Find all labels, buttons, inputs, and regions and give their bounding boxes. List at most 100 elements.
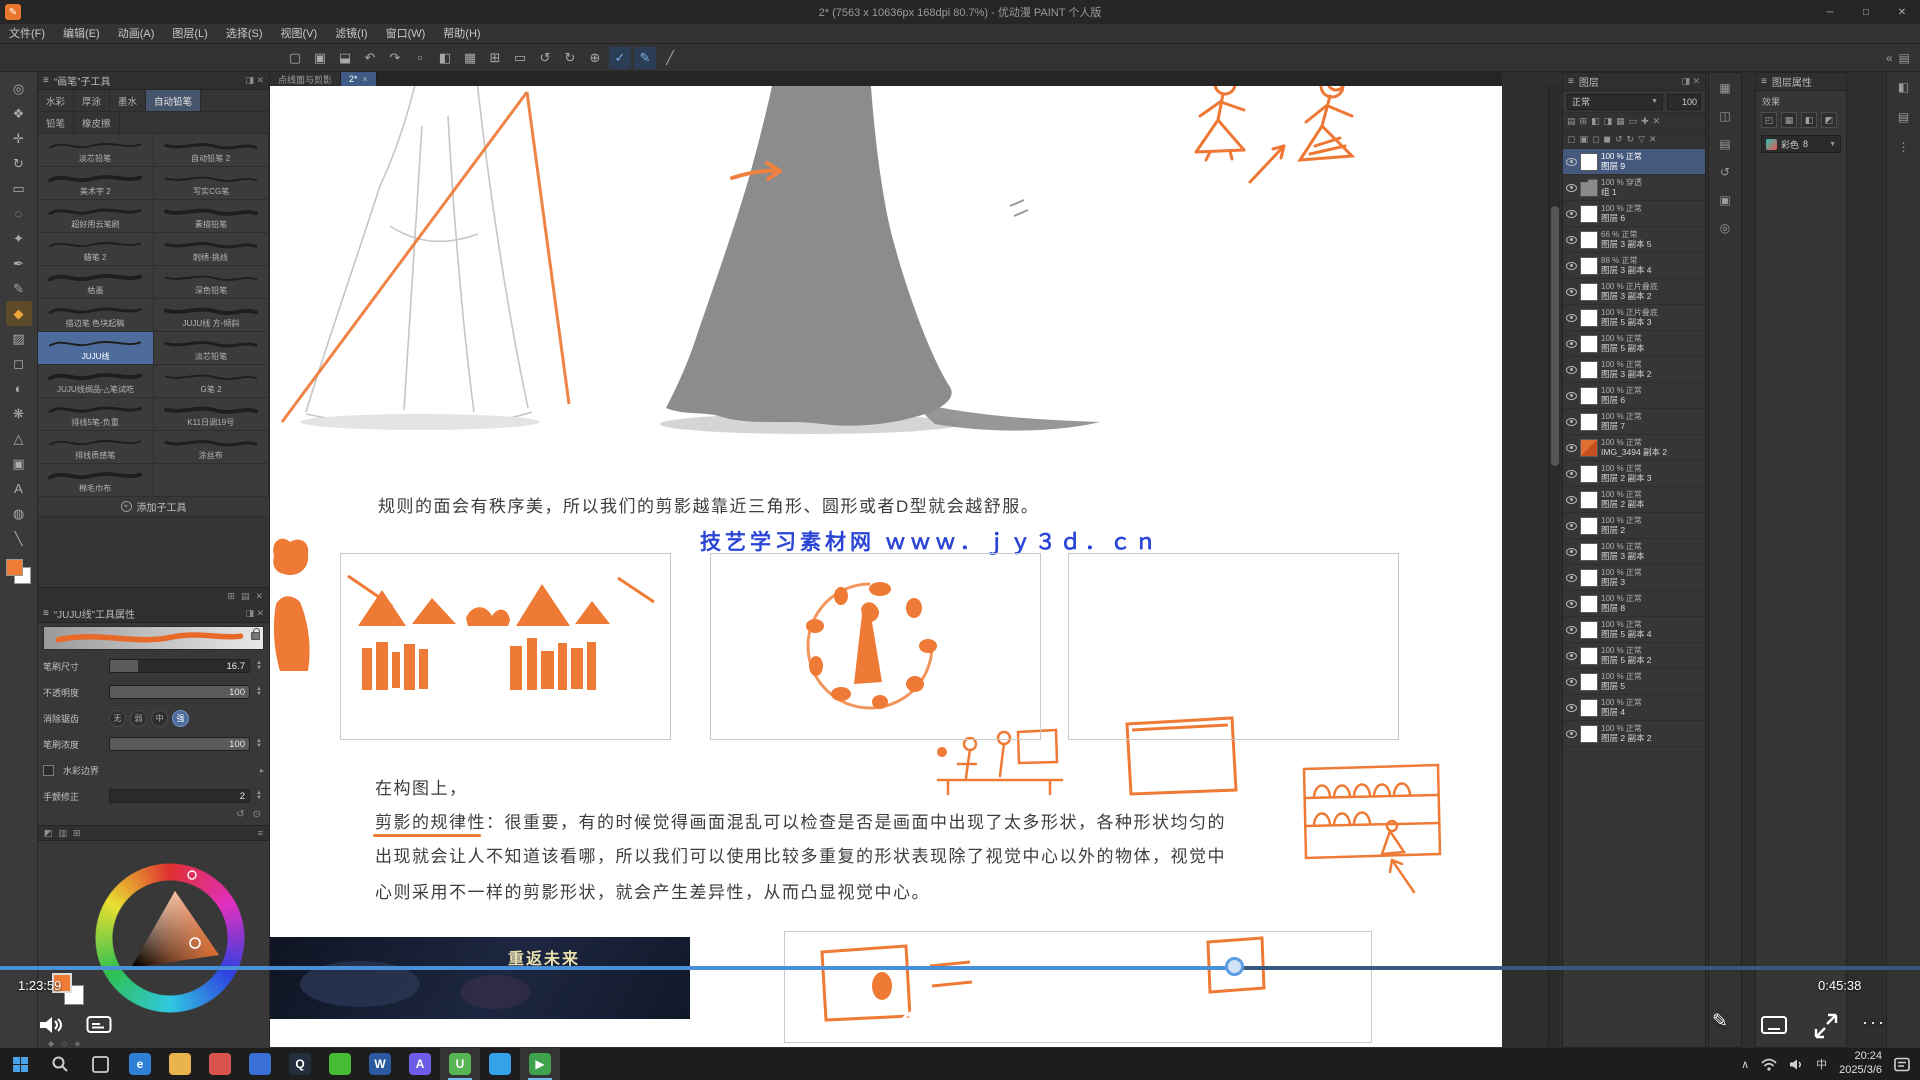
layer-row[interactable]: 100 % 正常图层 8	[1563, 591, 1705, 617]
layer-thumbnail[interactable]	[1580, 335, 1598, 353]
layer-row[interactable]: 100 % 正常图层 2 副本 2	[1563, 721, 1705, 747]
line-tool[interactable]: ╲	[6, 526, 32, 551]
scrollbar-thumb[interactable]	[1551, 206, 1559, 466]
taskbar-paint-app[interactable]: U	[440, 1048, 480, 1080]
maximize-button[interactable]: □	[1848, 0, 1884, 24]
ruler-icon[interactable]: ▭	[509, 47, 531, 69]
brush-item[interactable]: 棉毛巾布	[38, 464, 154, 497]
layer-thumbnail[interactable]	[1580, 621, 1598, 639]
eye-icon[interactable]	[1566, 392, 1577, 400]
layer-row[interactable]: 100 % 正常图层 2 副本	[1563, 487, 1705, 513]
wand-tool[interactable]: ✦	[6, 226, 32, 251]
progress-handle[interactable]	[1225, 957, 1244, 976]
layer-tool-icon[interactable]: ▢	[1567, 134, 1576, 145]
brush-item[interactable]: 超好用云笔刷	[38, 200, 154, 233]
layer-tool-icon[interactable]: ✚	[1641, 116, 1649, 127]
layer-thumbnail[interactable]	[1580, 361, 1598, 379]
pause-button[interactable]	[949, 1013, 964, 1031]
eye-icon[interactable]	[1566, 704, 1577, 712]
brush-item[interactable]: 自动铅笔 2	[154, 134, 270, 167]
layer-row[interactable]: 100 % 正常图层 4	[1563, 695, 1705, 721]
layer-thumbnail[interactable]	[1580, 283, 1598, 301]
eye-icon[interactable]	[1566, 600, 1577, 608]
eye-icon[interactable]	[1566, 522, 1577, 530]
brush-item[interactable]: 排线5笔-负重	[38, 398, 154, 431]
brush-footer-icon[interactable]: ✕	[255, 591, 263, 602]
fill-tool[interactable]: ◆	[6, 301, 32, 326]
brush-footer-icon[interactable]: ⊞	[227, 591, 235, 602]
layer-row[interactable]: 100 % 正常图层 5 副本 4	[1563, 617, 1705, 643]
add-subtool-button[interactable]: + 添加子工具	[38, 497, 269, 517]
text-tool[interactable]: A	[6, 476, 32, 501]
eye-icon[interactable]	[1566, 470, 1577, 478]
color-tab-icon[interactable]: ⊞	[73, 828, 81, 839]
border-effect-icon[interactable]: ◰	[1761, 112, 1777, 128]
layer-row[interactable]: 100 % 正常图层 6	[1563, 383, 1705, 409]
balloon-tool[interactable]: ◍	[6, 501, 32, 526]
menubar-item[interactable]: 文件(F)	[0, 24, 54, 44]
antialias-option[interactable]: 中	[151, 710, 168, 727]
taskbar-edge[interactable]: e	[120, 1048, 160, 1080]
zoom-fit-icon[interactable]: ⊕	[584, 47, 606, 69]
start-button[interactable]	[0, 1048, 40, 1080]
panel-strip-icon[interactable]: ▣	[1719, 193, 1730, 207]
pen-tool[interactable]: ✎	[6, 276, 32, 301]
layer-thumbnail[interactable]	[1580, 725, 1598, 743]
menubar-item[interactable]: 编辑(E)	[54, 24, 109, 44]
taskbar-music[interactable]	[480, 1048, 520, 1080]
eraser-tool[interactable]: ◻	[6, 351, 32, 376]
layer-tool-icon[interactable]: ◻	[1592, 134, 1599, 145]
menubar-item[interactable]: 窗口(W)	[377, 24, 435, 44]
move-tool[interactable]: ✛	[6, 126, 32, 151]
folder-thumbnail[interactable]	[1580, 179, 1598, 197]
color-tab-icon[interactable]: ◩	[44, 828, 53, 839]
layer-tool-icon[interactable]: ▣	[1580, 134, 1589, 145]
layer-opacity-field[interactable]: 100	[1667, 94, 1701, 110]
edge-strip-icon[interactable]: ◧	[1898, 80, 1909, 94]
eyedropper-tool[interactable]: ✒	[6, 251, 32, 276]
hue-marker[interactable]	[188, 871, 196, 879]
save-file-icon[interactable]: ⬓	[334, 47, 356, 69]
layers-panel-header-icons[interactable]: ◨ ✕	[1681, 76, 1700, 87]
panel-strip-icon[interactable]: ▦	[1719, 81, 1730, 95]
menubar-item[interactable]: 帮助(H)	[434, 24, 489, 44]
brush-item[interactable]: K11日调19号	[154, 398, 270, 431]
layer-tool-icon[interactable]: ▦	[1616, 116, 1625, 127]
eye-icon[interactable]	[1566, 158, 1577, 166]
fill-icon[interactable]: ◧	[434, 47, 456, 69]
settings-icon[interactable]: ⊙	[253, 809, 261, 825]
brush-size-slider[interactable]: 16.7	[109, 659, 250, 673]
taskbar-player[interactable]: ▶	[520, 1048, 560, 1080]
layer-thumbnail[interactable]	[1580, 595, 1598, 613]
density-stepper[interactable]: ▲▼	[254, 739, 264, 749]
layer-thumbnail[interactable]	[1580, 387, 1598, 405]
layer-tool-icon[interactable]: ◼	[1604, 134, 1611, 145]
document-tab[interactable]: 2*×	[341, 72, 377, 86]
layer-tool-icon[interactable]: ↻	[1627, 134, 1635, 145]
layer-row[interactable]: 88 % 正常图层 3 副本 4	[1563, 253, 1705, 279]
layer-row[interactable]: 66 % 正常图层 3 副本 5	[1563, 227, 1705, 253]
blend-mode-select[interactable]: 正常 ▼	[1567, 94, 1663, 110]
expander-icon[interactable]: ▸	[260, 766, 264, 775]
canvas-scrollbar[interactable]	[1548, 86, 1560, 1047]
subtool-tab[interactable]: 自动铅笔	[146, 90, 201, 111]
layer-thumbnail[interactable]	[1580, 257, 1598, 275]
taskbar-qq[interactable]: Q	[280, 1048, 320, 1080]
eye-icon[interactable]	[1566, 236, 1577, 244]
layer-thumbnail[interactable]	[1580, 153, 1598, 171]
foreground-color-swatch[interactable]	[6, 559, 23, 576]
canvas[interactable]: 规则的面会有秩序美，所以我们的剪影越靠近三角形、圆形或者D型就会越舒服。 技艺学…	[270, 86, 1502, 1047]
undo-icon[interactable]: ↶	[359, 47, 381, 69]
layer-tool-icon[interactable]: ▤	[1567, 116, 1576, 127]
opacity-stepper[interactable]: ▲▼	[254, 687, 264, 697]
line-correct-icon[interactable]: ╱	[659, 47, 681, 69]
lasso-tool[interactable]: ◌	[6, 201, 32, 226]
layer-row[interactable]: 100 % 正常图层 3 副本 2	[1563, 357, 1705, 383]
taskbar-app-blue[interactable]	[240, 1048, 280, 1080]
document-tab[interactable]: 点线面与剪影	[270, 72, 341, 86]
layer-tool-icon[interactable]: ◨	[1604, 116, 1613, 127]
task-view-button[interactable]	[80, 1048, 120, 1080]
lock-icon[interactable]	[251, 632, 260, 640]
layer-tool-icon[interactable]: ▽	[1638, 134, 1645, 145]
video-progress-bar[interactable]	[0, 966, 1920, 970]
